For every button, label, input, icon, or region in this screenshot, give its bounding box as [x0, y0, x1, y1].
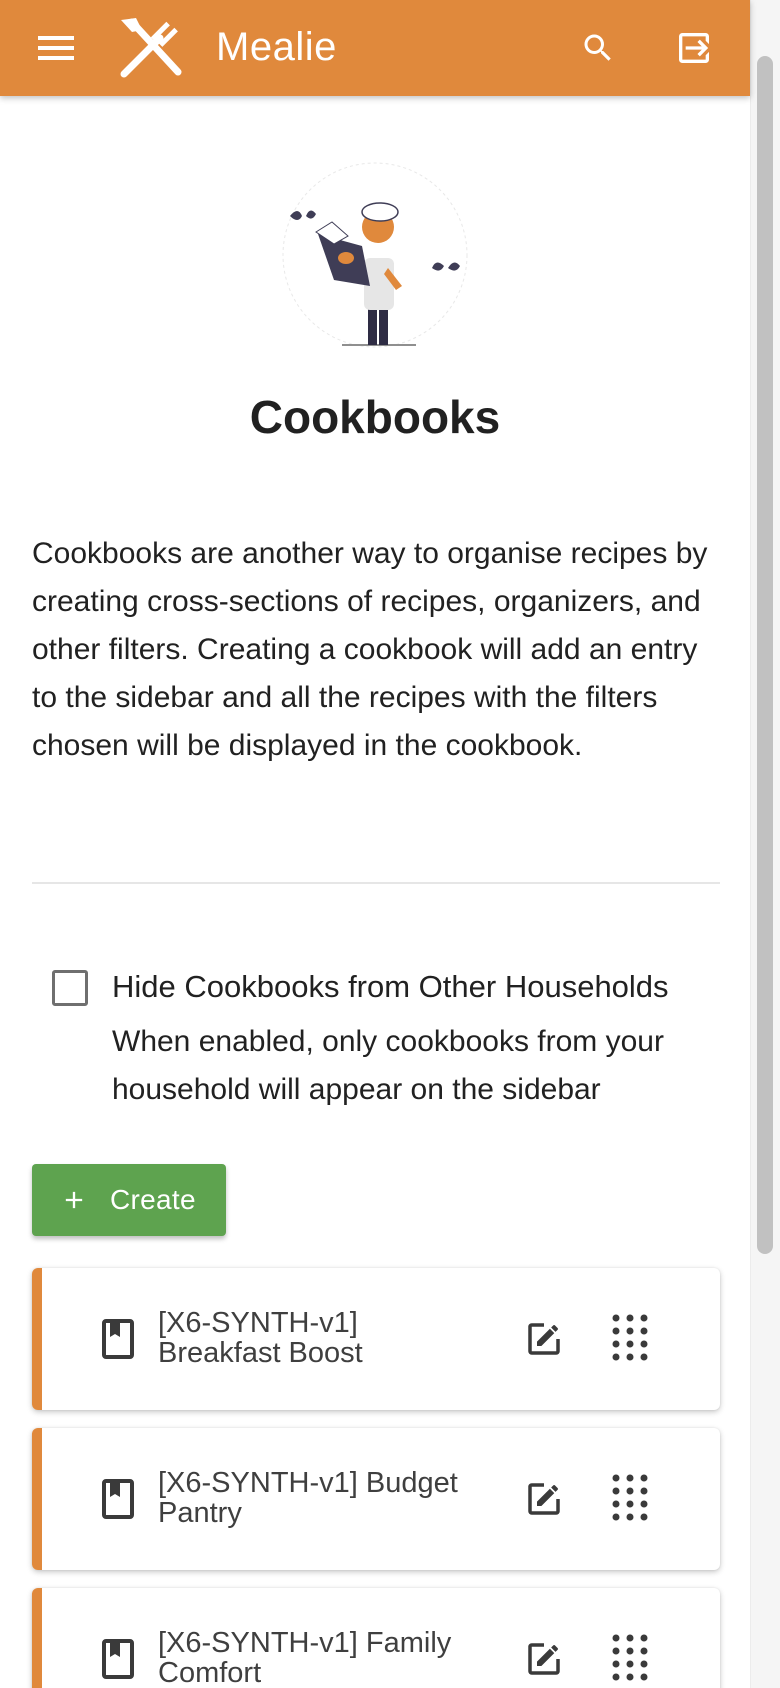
book-icon	[102, 1319, 134, 1359]
search-icon	[584, 34, 611, 61]
drag-icon	[612, 1634, 648, 1681]
edit-button[interactable]	[518, 1473, 570, 1525]
cookbook-name[interactable]: [X6-SYNTH-v1] Family Comfort	[158, 1628, 488, 1688]
book-icon	[102, 1479, 134, 1519]
drag-handle[interactable]	[602, 1310, 658, 1366]
edit-icon	[528, 1643, 560, 1675]
hide-cookbooks-checkbox[interactable]	[52, 970, 88, 1006]
hide-cookbooks-label[interactable]: Hide Cookbooks from Other Households	[112, 962, 669, 1012]
edit-icon	[528, 1483, 560, 1515]
drag-icon	[612, 1474, 648, 1521]
logo-icon[interactable]	[118, 16, 188, 80]
drag-handle[interactable]	[602, 1470, 658, 1526]
book-icon	[102, 1639, 134, 1679]
cookbook-illustration	[270, 150, 480, 360]
app-bar: Mealie	[0, 0, 750, 96]
create-button[interactable]: Create	[32, 1164, 226, 1236]
menu-icon	[38, 36, 74, 60]
menu-button[interactable]	[30, 26, 82, 70]
page-title: Cookbooks	[249, 391, 501, 443]
cookbook-name[interactable]: [X6-SYNTH-v1] Budget Pantry	[158, 1468, 488, 1528]
search-button[interactable]	[574, 24, 622, 72]
page-description: Cookbooks are another way to organise re…	[32, 537, 708, 762]
cookbook-item[interactable]: [X6-SYNTH-v1] Family Comfort	[32, 1588, 720, 1688]
plus-icon	[65, 1191, 83, 1209]
edit-button[interactable]	[518, 1313, 570, 1365]
divider	[32, 882, 720, 884]
scrollbar-thumb[interactable]	[757, 56, 773, 1254]
logout-button[interactable]	[670, 24, 718, 72]
edit-icon	[528, 1323, 560, 1355]
hide-cookbooks-hint: When enabled, only cookbooks from your h…	[112, 1025, 664, 1106]
edit-button[interactable]	[518, 1633, 570, 1685]
cookbook-item[interactable]: [X6-SYNTH-v1] Budget Pantry	[32, 1428, 720, 1570]
card-accent	[32, 1428, 42, 1570]
card-accent	[32, 1268, 42, 1410]
app-title[interactable]: Mealie	[216, 22, 337, 72]
logout-icon	[679, 33, 709, 63]
create-button-label: Create	[110, 1184, 196, 1215]
cookbook-item[interactable]: [X6-SYNTH-v1] Breakfast Boost	[32, 1268, 720, 1410]
drag-handle[interactable]	[602, 1630, 658, 1686]
card-accent	[32, 1588, 42, 1688]
cookbook-name[interactable]: [X6-SYNTH-v1] Breakfast Boost	[158, 1308, 488, 1368]
drag-icon	[612, 1314, 648, 1361]
